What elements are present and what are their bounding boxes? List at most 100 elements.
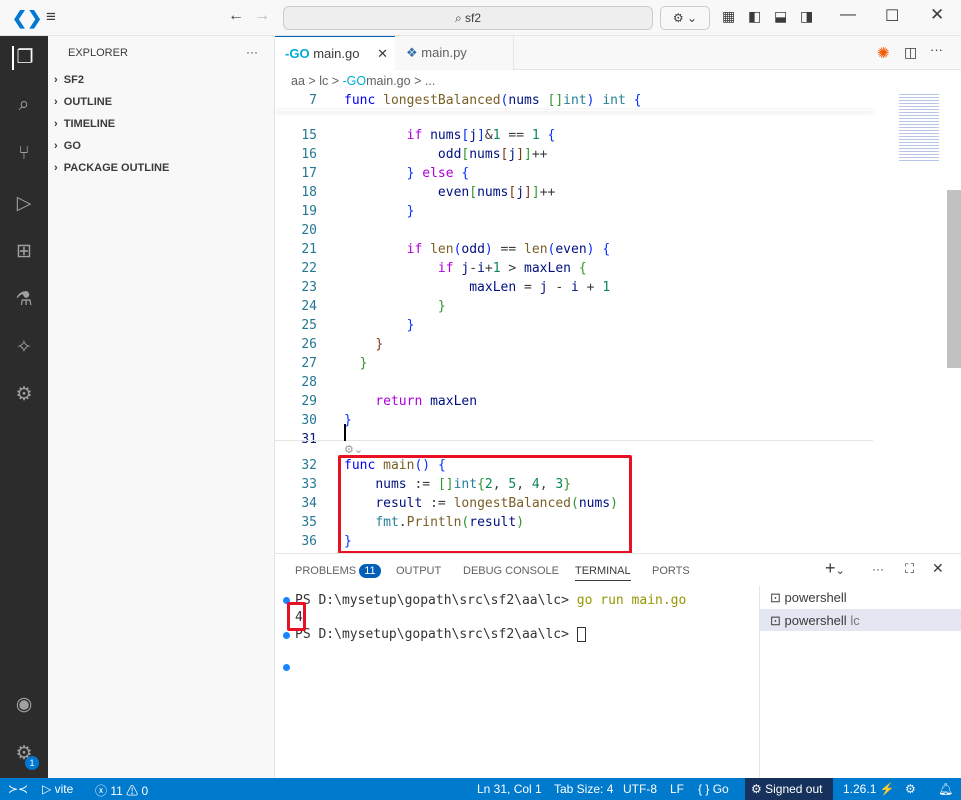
maximize-icon[interactable]: ☐ xyxy=(885,6,899,26)
tab-output[interactable]: OUTPUT xyxy=(396,565,441,577)
code-token: } xyxy=(406,204,415,219)
layout-icon[interactable]: ▦ xyxy=(722,8,735,25)
tab-ports[interactable]: PORTS xyxy=(652,565,690,577)
section-sf2[interactable]: › SF2 xyxy=(54,74,84,86)
tab-main-py[interactable]: ❖ main.py xyxy=(396,36,514,70)
code-line[interactable]: } xyxy=(344,299,446,314)
tab-size[interactable]: Tab Size: 4 xyxy=(554,782,613,796)
source-control-icon[interactable]: ⑂ xyxy=(12,142,36,166)
code-line[interactable]: return maxLen xyxy=(344,394,477,409)
command-decoration-icon[interactable] xyxy=(283,664,290,671)
containers-icon[interactable]: ⚙ xyxy=(12,383,36,407)
extensions-icon[interactable]: ⊞ xyxy=(12,240,36,264)
maximize-panel-icon[interactable]: ⛶ xyxy=(905,561,914,577)
notifications-bell-icon[interactable]: 🔔︎ xyxy=(938,782,953,796)
terminal-line[interactable]: PS D:\mysetup\gopath\src\sf2\aa\lc> go r… xyxy=(295,593,686,608)
copilot-icon[interactable]: ⚙ xyxy=(905,782,916,796)
section-go[interactable]: › GO xyxy=(54,140,81,152)
editor-tabs: -GO main.go ✕ ❖ main.py ✺ ◫ ··· xyxy=(275,36,961,70)
code-token: { xyxy=(547,128,556,143)
copilot-account[interactable]: ⚙ Signed out xyxy=(745,778,833,800)
title-bar: ❮❯ ≡ ← → ⌕ sf2 ⚙ ⌄ ▦ ◧ ⬓ ◨ — ☐ ✕ xyxy=(0,0,961,36)
python-file-icon: ❖ xyxy=(406,45,418,60)
testing-icon[interactable]: ⚗ xyxy=(12,288,36,312)
code-line[interactable]: } xyxy=(344,204,415,219)
line-number: 16 xyxy=(301,147,317,162)
copilot-sparkle-icon[interactable]: ✺ xyxy=(877,44,890,62)
go-version[interactable]: 1.26.1 ⚡ xyxy=(843,782,895,796)
terminal-list-item[interactable]: ⊡ powershell xyxy=(760,586,961,608)
code-token: = xyxy=(516,280,540,295)
code-token: ] xyxy=(477,128,485,143)
encoding[interactable]: UTF-8 xyxy=(623,782,657,796)
code-line[interactable]: even[nums[j]]++ xyxy=(344,185,555,200)
close-icon[interactable]: ✕ xyxy=(930,5,944,25)
code-token: > xyxy=(500,261,525,276)
code-line[interactable]: maxLen = j - i + 1 xyxy=(344,280,610,295)
tab-debug-console[interactable]: DEBUG CONSOLE xyxy=(463,565,559,577)
code-line[interactable]: func longestBalanced(nums []int) int { xyxy=(344,93,864,108)
section-package-outline[interactable]: › PACKAGE OUTLINE xyxy=(54,162,169,174)
line-number: 22 xyxy=(301,261,317,276)
code-line[interactable]: odd[nums[j]]++ xyxy=(344,147,548,162)
minimap[interactable] xyxy=(895,90,943,170)
more-actions-icon[interactable]: ··· xyxy=(872,562,884,576)
code-token: nums xyxy=(508,93,548,108)
code-line[interactable]: if j-i+1 > maxLen { xyxy=(344,261,587,276)
tab-main-go[interactable]: -GO main.go ✕ xyxy=(275,36,395,70)
explorer-icon[interactable]: ❐ xyxy=(12,46,36,70)
tab-terminal[interactable]: TERMINAL xyxy=(575,565,631,581)
code-token: { xyxy=(633,93,642,108)
cursor-position[interactable]: Ln 31, Col 1 xyxy=(477,782,542,796)
eol[interactable]: LF xyxy=(670,782,684,796)
section-outline[interactable]: › OUTLINE xyxy=(54,96,112,108)
terminal-line[interactable]: PS D:\mysetup\gopath\src\sf2\aa\lc> xyxy=(295,627,586,642)
code-token: even xyxy=(437,185,470,200)
code-line[interactable]: if len(odd) == len(even) { xyxy=(344,242,611,257)
code-line[interactable]: } else { xyxy=(344,166,470,181)
section-timeline[interactable]: › TIMELINE xyxy=(54,118,115,130)
search-icon[interactable]: ⌕ xyxy=(12,93,36,117)
toggle-sidebar-icon[interactable]: ◧ xyxy=(748,8,761,25)
problems-status[interactable]: ⓧ 11 ⚠ 0 xyxy=(95,782,148,799)
code-token: } xyxy=(359,356,368,371)
new-terminal-icon[interactable]: +⌄ xyxy=(825,558,845,579)
code-line[interactable]: } xyxy=(344,337,383,352)
line-number: 17 xyxy=(301,166,317,181)
terminal-list-item[interactable]: ⊡ powershell lc xyxy=(760,609,961,631)
code-token: [ xyxy=(469,185,478,200)
menu-icon[interactable]: ≡ xyxy=(46,7,56,27)
code-line[interactable]: if nums[j]&1 == 1 { xyxy=(344,128,556,143)
language-mode[interactable]: { } Go xyxy=(698,782,729,796)
tab-problems[interactable]: PROBLEMS 11 xyxy=(295,564,381,578)
command-decoration-icon[interactable] xyxy=(283,632,290,639)
code-token: - xyxy=(469,261,478,276)
highlight-box-output xyxy=(287,602,306,631)
back-icon[interactable]: ← xyxy=(228,7,244,25)
account-icon[interactable]: ◉ xyxy=(12,693,36,717)
forward-icon[interactable]: → xyxy=(254,7,270,25)
more-actions-button[interactable]: ··· xyxy=(246,45,258,59)
split-editor-icon[interactable]: ◫ xyxy=(904,44,917,61)
toggle-secondary-sidebar-icon[interactable]: ◨ xyxy=(800,8,813,25)
more-actions-icon[interactable]: ··· xyxy=(930,42,943,57)
code-line[interactable]: } xyxy=(344,318,415,333)
copilot-button[interactable]: ⚙ ⌄ xyxy=(660,6,710,30)
run-debug-icon[interactable]: ▷ xyxy=(12,192,36,216)
minimize-icon[interactable]: — xyxy=(840,6,856,24)
close-panel-icon[interactable]: ✕ xyxy=(932,560,944,577)
toggle-panel-icon[interactable]: ⬓ xyxy=(774,8,787,25)
editor-scrollbar[interactable] xyxy=(947,190,961,368)
close-tab-icon[interactable]: ✕ xyxy=(377,46,388,61)
remote-icon[interactable]: ≻≺ xyxy=(8,782,28,796)
command-center-search[interactable]: ⌕ sf2 xyxy=(283,6,653,30)
remote-explorer-icon[interactable]: ✧ xyxy=(12,336,36,360)
code-token: nums xyxy=(469,147,501,162)
run-vite-button[interactable]: ▷ vite xyxy=(42,782,73,796)
code-line[interactable]: } xyxy=(344,356,368,371)
